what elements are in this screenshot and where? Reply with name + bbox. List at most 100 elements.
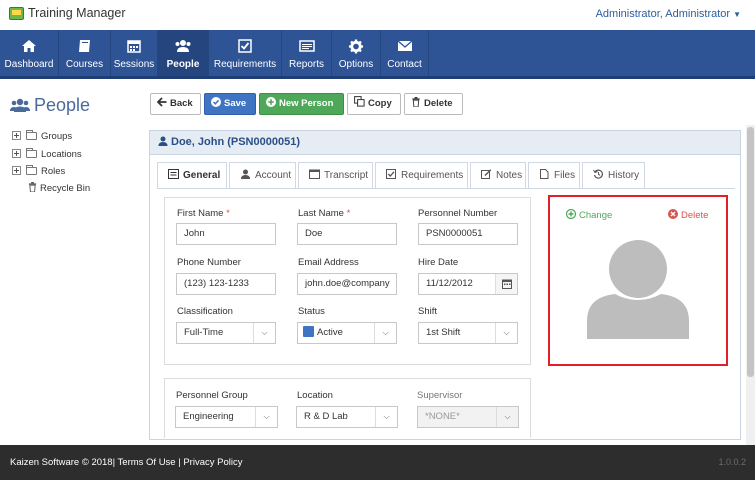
hire-date-label: Hire Date <box>418 257 459 268</box>
check-circle-icon <box>211 97 221 107</box>
tab-notes[interactable]: Notes <box>470 162 526 188</box>
tab-account[interactable]: Account <box>229 162 296 188</box>
nav-reports[interactable]: Reports <box>282 30 332 76</box>
tab-transcript[interactable]: Transcript <box>298 162 373 188</box>
expand-icon[interactable] <box>12 149 21 158</box>
classification-label: Classification <box>177 306 233 317</box>
nav-sessions[interactable]: Sessions <box>111 30 158 76</box>
required-marker: * <box>346 208 351 219</box>
personnel-number-field[interactable]: PSN0000051 <box>418 223 518 245</box>
tab-files[interactable]: Files <box>528 162 580 188</box>
close-circle-icon <box>668 209 678 219</box>
personnel-group-select[interactable]: Engineering ⌵ <box>175 406 278 428</box>
tab-general[interactable]: General <box>157 162 227 189</box>
tree-item-groups[interactable]: Groups <box>12 130 73 143</box>
chevron-down-icon: ⌵ <box>495 323 517 343</box>
nav-courses[interactable]: Courses <box>59 30 111 76</box>
personnel-group-value: Engineering <box>183 411 234 422</box>
shift-label: Shift <box>418 306 438 317</box>
vertical-scrollbar[interactable] <box>746 125 755 445</box>
expand-icon[interactable] <box>12 166 21 175</box>
tree-item-roles[interactable]: Roles <box>12 165 65 178</box>
tab-history[interactable]: History <box>582 162 645 188</box>
page-heading: People <box>10 95 90 116</box>
back-button-label: Back <box>170 98 193 109</box>
location-value: R & D Lab <box>304 411 348 422</box>
nav-dashboard[interactable]: Dashboard <box>0 30 59 76</box>
scrollbar-thumb[interactable] <box>747 127 754 377</box>
checklist-icon <box>238 39 252 53</box>
privacy-link[interactable]: Privacy Policy <box>183 457 242 468</box>
tree-item-label: Groups <box>41 131 73 142</box>
calendar-icon <box>502 279 512 289</box>
tab-label: Requirements <box>401 170 464 181</box>
nav-label: Dashboard <box>4 59 54 70</box>
terms-link[interactable]: Terms Of Use <box>118 457 176 468</box>
nav-contact[interactable]: Contact <box>381 30 429 76</box>
status-select[interactable]: Active ⌵ <box>297 322 397 344</box>
new-person-button[interactable]: New Person <box>259 93 344 115</box>
classification-select[interactable]: Full-Time ⌵ <box>176 322 276 344</box>
hire-date-value: 11/12/2012 <box>426 278 473 289</box>
first-name-label: First Name * <box>177 208 230 219</box>
chevron-down-icon: ⌵ <box>375 407 397 427</box>
envelope-icon <box>397 40 412 51</box>
nav-people[interactable]: People <box>158 30 209 76</box>
nav-options[interactable]: Options <box>332 30 381 76</box>
plus-circle-icon <box>266 97 276 107</box>
personnel-number-label: Personnel Number <box>418 208 498 219</box>
photo-panel: Change Delete <box>548 195 728 366</box>
save-button[interactable]: Save <box>204 93 256 115</box>
shift-select[interactable]: 1st Shift ⌵ <box>418 322 518 344</box>
email-field[interactable]: john.doe@company <box>297 273 397 295</box>
last-name-label-text: Last Name <box>298 208 344 219</box>
delete-photo-label: Delete <box>681 210 709 221</box>
expand-icon[interactable] <box>12 131 21 140</box>
user-menu[interactable]: Administrator, Administrator ▼ <box>596 8 741 20</box>
calendar-icon <box>309 169 320 179</box>
change-photo-link[interactable]: Change <box>565 208 612 221</box>
phone-field[interactable]: (123) 123-1233 <box>176 273 276 295</box>
trash-icon <box>28 182 37 193</box>
delete-photo-link[interactable]: Delete <box>668 209 708 221</box>
hire-date-field[interactable]: 11/12/2012 <box>418 273 518 295</box>
shift-value: 1st Shift <box>426 327 461 338</box>
tab-label: History <box>608 170 640 181</box>
date-picker-button[interactable] <box>495 274 517 294</box>
nav-requirements[interactable]: Requirements <box>209 30 282 76</box>
back-button[interactable]: Back <box>150 93 201 115</box>
people-icon <box>10 98 30 112</box>
last-name-field[interactable]: Doe <box>297 223 397 245</box>
arrow-left-icon <box>157 97 167 107</box>
person-icon <box>158 136 168 146</box>
chevron-down-icon: ⌵ <box>253 323 275 343</box>
main-nav: Dashboard Courses Sessions People Requir… <box>0 30 755 79</box>
gear-icon <box>348 39 364 54</box>
person-icon <box>241 169 250 179</box>
top-bar: Training Manager Administrator, Administ… <box>0 0 755 30</box>
last-name-label: Last Name * <box>298 208 350 219</box>
user-name: Administrator, Administrator <box>595 8 731 20</box>
copy-button-label: Copy <box>368 98 392 109</box>
footer-links: Kaizen Software © 2018| Terms Of Use | P… <box>10 457 242 468</box>
tree-item-recycle-bin[interactable]: Recycle Bin <box>28 182 90 194</box>
status-color-swatch <box>303 326 314 337</box>
supervisor-label: Supervisor <box>417 390 463 401</box>
trash-icon <box>412 97 420 107</box>
version-label: 1.0.0.2 <box>718 457 746 467</box>
tab-label: Notes <box>496 170 523 181</box>
tab-requirements[interactable]: Requirements <box>375 162 468 188</box>
copy-button[interactable]: Copy <box>347 93 401 115</box>
nav-label: Contact <box>387 59 422 70</box>
tree-item-label: Locations <box>41 149 82 160</box>
chevron-down-icon: ⌵ <box>374 323 396 343</box>
delete-button[interactable]: Delete <box>404 93 463 115</box>
classification-value: Full-Time <box>184 327 224 338</box>
calendar-icon <box>127 40 141 53</box>
file-icon <box>540 169 549 179</box>
location-select[interactable]: R & D Lab ⌵ <box>296 406 398 428</box>
first-name-field[interactable]: John <box>176 223 276 245</box>
folder-icon <box>26 130 37 140</box>
tree-item-locations[interactable]: Locations <box>12 148 82 161</box>
status-value: Active <box>317 327 343 338</box>
